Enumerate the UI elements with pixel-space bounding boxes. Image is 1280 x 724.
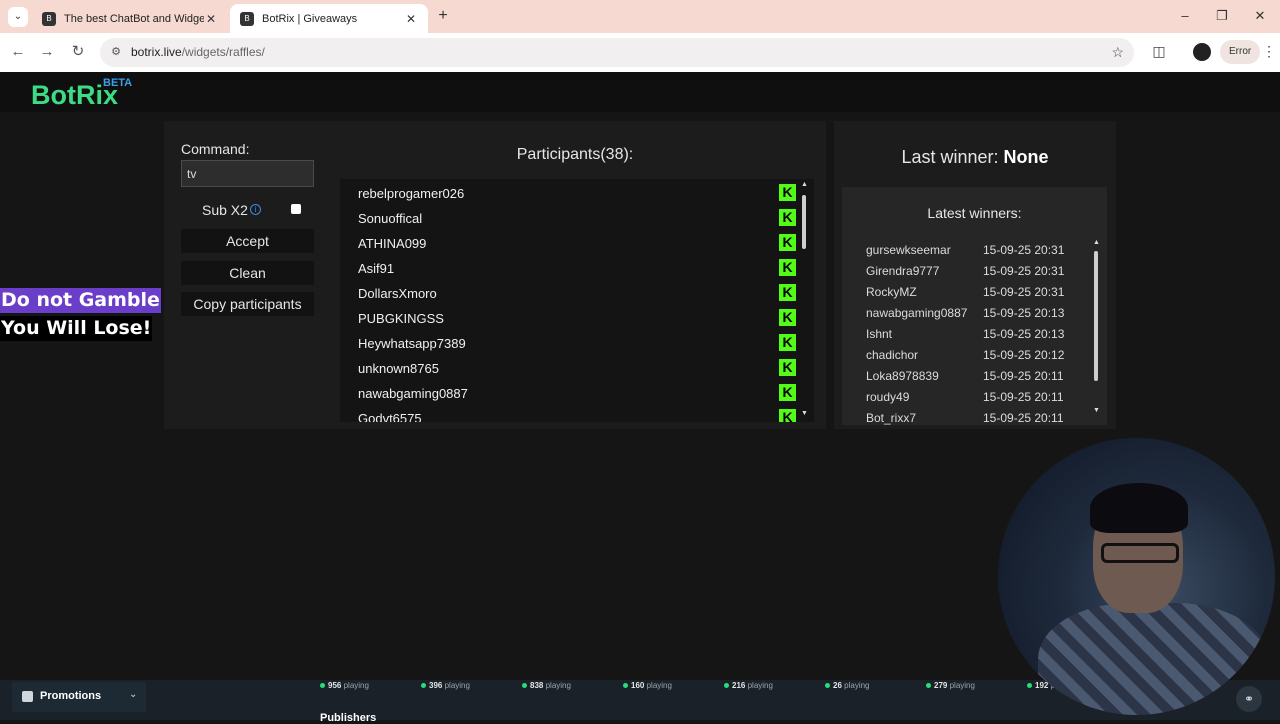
profile-avatar[interactable] [1193,43,1211,61]
scroll-up-arrow-icon[interactable]: ▲ [1093,239,1100,246]
table-row: Loka8978839 15-09-25 20:11 [866,369,1064,383]
table-row: RockyMZ 15-09-25 20:31 [866,285,1065,299]
list-item: Asif91 K [358,255,796,280]
beta-badge: BETA [103,77,133,89]
latest-winners-box[interactable]: Latest winners: gursewkseemar 15-09-25 20… [842,187,1107,425]
overlay-warning-line1: Do not Gamble [0,288,161,313]
window-close-icon[interactable]: ✕ [1252,8,1268,24]
latest-winners-title: Latest winners: [927,205,1022,221]
extensions-puzzle-icon[interactable]: ◫ [1150,43,1168,61]
sub-x2-checkbox[interactable] [291,204,301,214]
clean-button[interactable]: Clean [181,261,314,285]
site-favicon-icon: B [240,11,254,26]
list-item: nawabgaming0887 K [358,380,796,405]
tab-close-icon[interactable]: ✕ [204,12,218,26]
scroll-down-arrow-icon[interactable]: ▼ [1093,407,1100,414]
table-row: chadichor 15-09-25 20:12 [866,348,1065,362]
participants-list[interactable]: rebelprogamer026 K Sonuoffical K ATHINA099… [340,179,814,422]
error-badge[interactable]: Error [1220,40,1260,64]
playing-count: 160 playing [623,681,672,690]
list-item: unknown8765 K [358,355,796,380]
playing-count: 956 playing [320,681,369,690]
winners-scrollbar[interactable]: ▲ ▼ [1092,239,1100,419]
bookmark-star-icon[interactable]: ☆ [1111,44,1124,61]
list-item: ATHINA099 K [358,230,796,255]
address-bar[interactable]: ⚙ botrix.live/widgets/raffles/ ☆ [100,38,1134,67]
tab-title: BotRix | Giveaways [262,12,358,25]
sub-x2-row: Sub X2 i [181,200,314,220]
back-arrow-icon[interactable]: ← [9,43,27,61]
tab-search-chevron-icon[interactable]: ⌄ [8,7,28,27]
chevron-down-icon: ⌄ [129,689,138,700]
sub-x2-label: Sub X2 [202,202,248,218]
scroll-up-arrow-icon[interactable]: ▲ [801,181,808,188]
playing-count: 216 playing [724,681,773,690]
site-header: BotRix BETA [0,72,1280,112]
list-item: DollarsXmoro K [358,280,796,305]
url-text: botrix.live/widgets/raffles/ [131,45,265,59]
tab-close-icon[interactable]: ✕ [404,12,418,26]
table-row: Ishnt 15-09-25 20:13 [866,327,1065,341]
webcam-overlay [998,438,1275,715]
list-item: Heywhatsapp7389 K [358,330,796,355]
last-winner: Last winner: None [901,147,1049,167]
site-info-icon[interactable]: ⚙ [109,45,123,59]
gift-icon [22,691,33,702]
scroll-thumb[interactable] [1094,251,1098,381]
table-row: nawabgaming0887 15-09-25 20:13 [866,306,1065,320]
kick-platform-icon: K [779,359,796,376]
forward-arrow-icon[interactable]: → [38,43,56,61]
tab-title: The best ChatBot and Widgets f [64,12,204,25]
accept-button[interactable]: Accept [181,229,314,253]
playing-count: 279 playing [926,681,975,690]
kick-platform-icon: K [779,209,796,226]
list-item: Sonuoffical K [358,205,796,230]
list-item: PUBGKINGSS K [358,305,796,330]
promotions-label: Promotions [40,690,102,702]
minimize-icon[interactable]: – [1177,8,1193,24]
info-icon[interactable]: i [250,204,261,215]
playing-count: 26 playing [825,681,870,690]
browser-tab-giveaways[interactable]: B BotRix | Giveaways ✕ [230,4,428,33]
browser-tab-bar: ⌄ B The best ChatBot and Widgets f ✕ B B… [0,0,1280,33]
kick-platform-icon: K [779,409,796,422]
site-favicon-icon: B [42,11,56,26]
kick-platform-icon: K [779,384,796,401]
table-row: gursewkseemar 15-09-25 20:31 [866,243,1065,257]
webcam-person-glasses [1101,543,1179,563]
list-item: rebelprogamer026 K [358,180,796,205]
overlay-warning-line2: You Will Lose! [0,316,153,341]
publishers-heading: Publishers [320,712,377,724]
webcam-person-hair [1090,483,1188,533]
table-row: Girendra9777 15-09-25 20:31 [866,264,1065,278]
new-tab-plus-icon[interactable]: + [434,7,452,25]
kick-platform-icon: K [779,284,796,301]
kick-platform-icon: K [779,234,796,251]
list-item: Godvt6575 K [358,405,796,422]
scroll-down-arrow-icon[interactable]: ▼ [801,410,808,417]
playing-count: 838 playing [522,681,571,690]
command-input[interactable] [181,160,314,187]
table-row: Bot_rixx7 15-09-25 20:11 [866,411,1064,425]
kick-platform-icon: K [779,184,796,201]
command-label: Command: [181,141,250,157]
scroll-thumb[interactable] [802,195,806,249]
kick-platform-icon: K [779,259,796,276]
table-row: roudy49 15-09-25 20:11 [866,390,1064,404]
browser-tab-chatbot[interactable]: B The best ChatBot and Widgets f ✕ [32,4,228,33]
copy-participants-button[interactable]: Copy participants [181,292,314,316]
promotions-menu[interactable]: Promotions ⌄ [12,682,146,712]
kick-platform-icon: K [779,309,796,326]
browser-toolbar: ← → ↻ ⚙ botrix.live/widgets/raffles/ ☆ ◫… [0,33,1280,72]
participants-scrollbar[interactable]: ▲ ▼ [800,179,808,422]
reload-icon[interactable]: ↻ [69,43,87,61]
participants-title: Participants(38): [516,146,634,163]
webcam-person-body [1038,603,1268,715]
restore-icon[interactable]: ❐ [1214,8,1230,24]
playing-count: 396 playing [421,681,470,690]
more-menu-icon[interactable]: ⋮ [1262,43,1276,60]
kick-platform-icon: K [779,334,796,351]
